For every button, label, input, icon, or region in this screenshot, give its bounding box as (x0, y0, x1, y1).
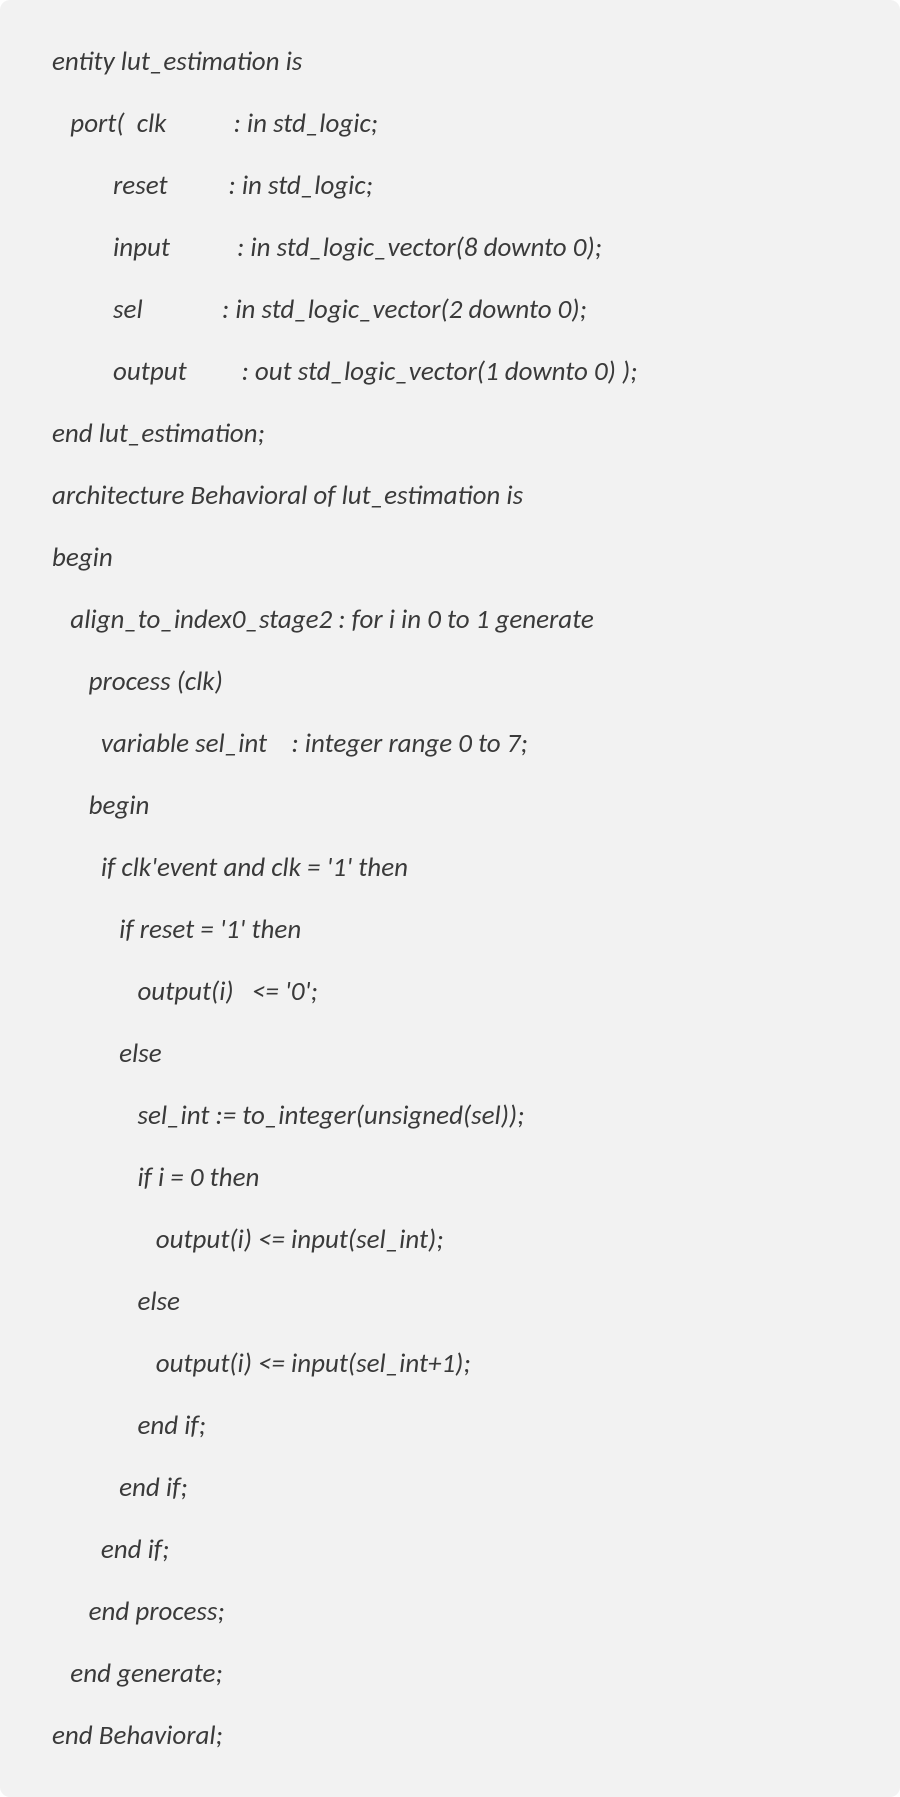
code-line: reset : in std_logic; (52, 172, 848, 199)
code-line: if i = 0 then (52, 1164, 848, 1191)
code-line: else (52, 1288, 848, 1315)
code-line: end if; (52, 1536, 848, 1563)
code-line: output(i) <= input(sel_int); (52, 1226, 848, 1253)
code-line: output(i) <= input(sel_int+1); (52, 1350, 848, 1377)
code-line: else (52, 1040, 848, 1067)
code-line: begin (52, 792, 848, 819)
code-line: output(i) <= '0'; (52, 978, 848, 1005)
code-line: end if; (52, 1412, 848, 1439)
code-line: if clk'event and clk = '1' then (52, 854, 848, 881)
code-line: input : in std_logic_vector(8 downto 0); (52, 234, 848, 261)
code-line: process (clk) (52, 668, 848, 695)
code-line: align_to_index0_stage2 : for i in 0 to 1… (52, 606, 848, 633)
code-line: port( clk : in std_logic; (52, 110, 848, 137)
code-line: end generate; (52, 1660, 848, 1687)
code-line: if reset = '1' then (52, 916, 848, 943)
code-line: end Behavioral; (52, 1722, 848, 1749)
code-listing: entity lut_estimation is port( clk : in … (0, 0, 900, 1797)
code-line: entity lut_estimation is (52, 48, 848, 75)
code-line: sel : in std_logic_vector(2 downto 0); (52, 296, 848, 323)
code-line: begin (52, 544, 848, 571)
code-line: sel_int := to_integer(unsigned(sel)); (52, 1102, 848, 1129)
code-line: end process; (52, 1598, 848, 1625)
code-line: end lut_estimation; (52, 420, 848, 447)
code-line: end if; (52, 1474, 848, 1501)
code-line: variable sel_int : integer range 0 to 7; (52, 730, 848, 757)
code-line: output : out std_logic_vector(1 downto 0… (52, 358, 848, 385)
code-line: architecture Behavioral of lut_estimatio… (52, 482, 848, 509)
